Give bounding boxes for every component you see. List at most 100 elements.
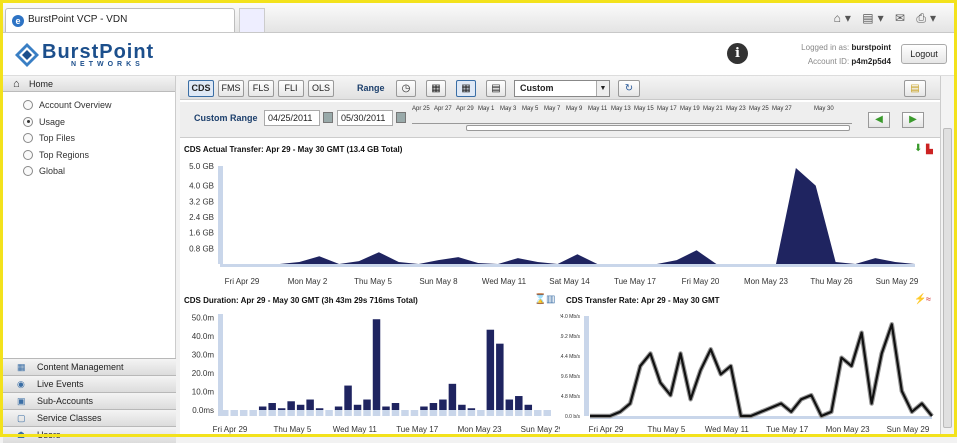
radio-icon (23, 166, 33, 176)
type-button-ols[interactable]: OLS (308, 80, 334, 97)
main-panel: CDS FMS FLS FLI OLS Range ◷ ▦ ▦ ▤ Custom… (180, 76, 954, 437)
y-tick-label: 50.0m (192, 313, 215, 322)
section-label: Service Classes (37, 413, 102, 423)
calendar-icon[interactable] (323, 112, 333, 123)
bar-base (429, 410, 438, 416)
sidebar-section-service-classes[interactable]: ▢ Service Classes (3, 409, 176, 426)
new-tab-button[interactable] (239, 8, 265, 32)
sidebar-section-live-events[interactable]: ◉ Live Events (3, 375, 176, 392)
previous-arrow-icon[interactable]: ◀ (868, 112, 890, 128)
bar-base (477, 410, 485, 416)
calendar-day-icon[interactable]: ▦ (426, 80, 446, 97)
live-events-icon: ◉ (17, 379, 25, 389)
lightning-icon[interactable]: ⚡ (914, 294, 926, 305)
duration-bar (515, 396, 523, 410)
bar-base (391, 410, 400, 416)
calendar-icon[interactable] (396, 112, 406, 123)
bar-base (363, 410, 371, 416)
duration-bar (439, 399, 447, 410)
browser-tab[interactable]: e BurstPoint VCP - VDN (5, 8, 235, 32)
transfer-chart: 0.8 GB 1.6 GB 2.4 GB 3.2 GB 4.0 GB 5.0 GB Fri … (189, 162, 919, 286)
y-tick-label: 2.4 GB (189, 213, 214, 222)
line-chart-icon[interactable]: ≈ (926, 294, 931, 304)
timeline-label: Apr 25 (412, 106, 430, 112)
sidebar-section-content-management[interactable]: ▦ Content Management (3, 358, 176, 375)
sidebar-item-usage[interactable]: Usage (23, 116, 175, 134)
x-tick-label: Thu May 26 (810, 277, 853, 286)
bar-base (315, 410, 324, 416)
timeline-label: May 17 (657, 106, 677, 112)
bar-base (467, 410, 476, 416)
chart-type-icon[interactable]: ▙ (926, 144, 933, 155)
hourglass-icon[interactable]: ⌛ (534, 294, 546, 305)
app-header: BurstPoint NETWORKS i Logged in as: burs… (3, 33, 954, 76)
logout-button[interactable]: Logout (901, 44, 947, 64)
logo-icon (15, 43, 39, 67)
users-icon: ☗ (17, 430, 26, 440)
type-button-cds[interactable]: CDS (188, 80, 214, 97)
browser-toolbar-icons[interactable]: ⌂▾ ▤▾ ✉ ⎙▾ (834, 11, 940, 26)
type-button-fls[interactable]: FLS (248, 80, 274, 97)
download-icon[interactable]: ⬇ (914, 143, 922, 154)
timeline-label: May 5 (522, 106, 539, 112)
duration-bar (344, 385, 352, 410)
sidebar-section-sub-accounts[interactable]: ▣ Sub-Accounts (3, 392, 176, 409)
sidebar-item-top-regions[interactable]: Top Regions (23, 149, 175, 167)
calendar-month-icon[interactable]: ▦ (456, 80, 476, 97)
calendar-custom-icon[interactable]: ▤ (486, 80, 506, 97)
sidebar-item-global[interactable]: Global (23, 166, 175, 183)
end-date-input[interactable]: 05/30/2011 (337, 110, 393, 126)
chart-title-transfer-rate: CDS Transfer Rate: Apr 29 - May 30 GMT (566, 296, 720, 305)
range-select[interactable]: Custom ▼ (514, 80, 610, 97)
usage-nav: Account Overview Usage Top Files Top Reg… (3, 92, 175, 183)
x-axis-strip (220, 264, 915, 267)
bar-base (515, 410, 523, 416)
y-tick-label: 4.8 Mb/s (561, 394, 581, 400)
bar-base (372, 410, 381, 416)
y-tick-label: 24.0 Mb/s (560, 314, 580, 320)
timeline-range-handle[interactable] (466, 125, 850, 131)
chart-title-duration: CDS Duration: Apr 29 - May 30 GMT (3h 43… (184, 296, 418, 305)
sidebar-home[interactable]: ⌂ Home (3, 76, 175, 92)
timeline-slider[interactable]: Apr 25 Apr 27 Apr 29 May 1 May 3 May 5 M… (412, 106, 862, 132)
bar-chart-icon[interactable]: ▥ (546, 294, 555, 305)
duration-bar (382, 406, 390, 410)
section-label: Sub-Accounts (37, 396, 94, 406)
y-tick-label: 9.6 Mb/s (561, 374, 581, 380)
x-tick-label: Mon May 2 (288, 277, 328, 286)
section-label: Content Management (37, 362, 124, 372)
bar-base (287, 410, 295, 416)
sidebar-item-account-overview[interactable]: Account Overview (23, 100, 175, 117)
sidebar-section-users[interactable]: ☗ Users (3, 426, 176, 443)
x-tick-label: Wed May 11 (333, 425, 378, 434)
bar-base (353, 410, 362, 416)
section-label: Live Events (37, 379, 84, 389)
type-button-fms[interactable]: FMS (218, 80, 244, 97)
duration-bar (268, 403, 276, 410)
x-tick-label: Fri Apr 29 (213, 425, 248, 434)
timeline-label: May 21 (703, 106, 723, 112)
custom-range-label: Custom Range (194, 113, 258, 123)
duration-bar (258, 406, 267, 410)
x-tick-label: Sun May 29 (887, 425, 930, 434)
start-date-input[interactable]: 04/25/2011 (264, 110, 320, 126)
sidebar-item-label: Global (39, 166, 66, 176)
bar-base (268, 410, 276, 416)
export-icon[interactable]: ▤ (904, 80, 926, 97)
refresh-icon[interactable]: ↻ (618, 80, 640, 97)
y-tick-label: 30.0m (192, 350, 215, 359)
info-icon[interactable]: i (727, 43, 748, 64)
account-label: Account ID: (807, 57, 850, 66)
timeline-label: May 13 (611, 106, 631, 112)
clock-icon[interactable]: ◷ (396, 80, 416, 97)
duration-bar (486, 329, 495, 410)
next-arrow-icon[interactable]: ▶ (902, 112, 924, 128)
duration-bar (306, 399, 314, 410)
duration-chart: 0.0ms 10.0m 20.0m 30.0m 40.0m 50.0m Fri Apr 29… (192, 313, 560, 434)
vertical-scrollbar[interactable] (940, 76, 954, 437)
scrollbar-thumb[interactable] (943, 128, 952, 428)
y-tick-label: 10.0m (192, 387, 215, 396)
type-button-fli[interactable]: FLI (278, 80, 304, 97)
sidebar-item-top-files[interactable]: Top Files (23, 133, 175, 150)
duration-bar (429, 403, 438, 410)
